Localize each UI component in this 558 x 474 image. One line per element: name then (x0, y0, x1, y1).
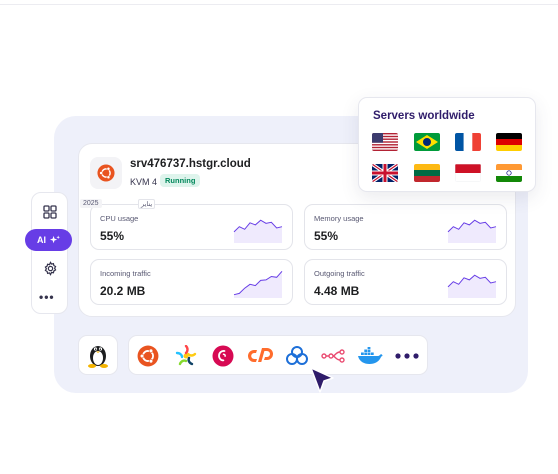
cloudpanel-icon (286, 346, 308, 365)
month-tag: يناير (138, 199, 156, 209)
cpu-usage-card[interactable]: CPU usage 55% (90, 204, 293, 250)
memory-usage-card[interactable]: Memory usage 55% (304, 204, 507, 250)
sparkline-area (234, 271, 282, 298)
metric-label: Outgoing traffic (314, 269, 365, 278)
lithuania-flag[interactable] (414, 164, 440, 182)
ai-assistant-button[interactable]: AI (25, 229, 72, 251)
outgoing-sparkline (447, 274, 497, 298)
ai-label: AI (37, 235, 46, 245)
debian-option[interactable] (212, 345, 234, 367)
sparkline-area (448, 275, 496, 298)
germany-flag[interactable] (496, 133, 522, 151)
linux-icon (88, 346, 108, 368)
more-icon[interactable]: ••• (39, 290, 55, 304)
india-flag[interactable] (496, 164, 522, 182)
more-icon (395, 353, 419, 359)
ubuntu-icon (97, 164, 115, 182)
more-os-icon[interactable] (394, 345, 420, 367)
docker-icon (358, 347, 383, 364)
us-flag[interactable] (372, 133, 398, 151)
incoming-traffic-card[interactable]: Incoming traffic 20.2 MB (90, 259, 293, 305)
status-badge: Running (160, 174, 201, 187)
mouse-cursor-icon (310, 367, 334, 393)
cpu-sparkline (233, 219, 283, 243)
metric-value: 20.2 MB (100, 284, 146, 298)
panel-title: Servers worldwide (373, 110, 475, 122)
top-divider (0, 4, 558, 5)
cpanel-icon (248, 348, 273, 362)
metric-value: 4.48 MB (314, 284, 360, 298)
n8n-option[interactable] (321, 345, 345, 367)
metric-value: 55% (100, 229, 125, 243)
debian-icon (212, 345, 234, 367)
sparkline-area (234, 220, 282, 243)
cloudpanel-option[interactable] (285, 345, 309, 367)
sparkline-area (448, 220, 496, 243)
memory-sparkline (447, 219, 497, 243)
almalinux-icon (175, 345, 197, 366)
metric-label: Memory usage (314, 214, 364, 223)
metric-label: CPU usage (100, 214, 139, 223)
ubuntu-icon (137, 345, 159, 367)
sparkle-icon (49, 234, 60, 243)
ubuntu-option[interactable] (137, 345, 159, 367)
incoming-sparkline (233, 270, 283, 298)
server-plan: KVM 4 (130, 177, 158, 187)
indonesia-flag[interactable] (455, 164, 481, 182)
metric-value: 55% (314, 229, 339, 243)
metric-label: Incoming traffic (100, 269, 151, 278)
settings-icon[interactable] (41, 259, 59, 277)
os-options-bar (128, 335, 428, 375)
n8n-icon (321, 349, 345, 363)
france-flag[interactable] (455, 133, 481, 151)
linux-tile[interactable] (78, 335, 118, 375)
dashboard-icon[interactable] (41, 203, 59, 221)
docker-option[interactable] (357, 345, 383, 367)
outgoing-traffic-card[interactable]: Outgoing traffic 4.48 MB (304, 259, 507, 305)
uk-flag[interactable] (372, 164, 398, 182)
year-tag: 2025 (80, 199, 102, 208)
server-os-tile (90, 157, 122, 189)
brazil-flag[interactable] (414, 133, 440, 151)
servers-worldwide-panel: Servers worldwide (358, 97, 536, 192)
server-hostname[interactable]: srv476737.hstgr.cloud (130, 158, 251, 170)
cpanel-option[interactable] (248, 345, 274, 367)
almalinux-option[interactable] (175, 345, 197, 367)
